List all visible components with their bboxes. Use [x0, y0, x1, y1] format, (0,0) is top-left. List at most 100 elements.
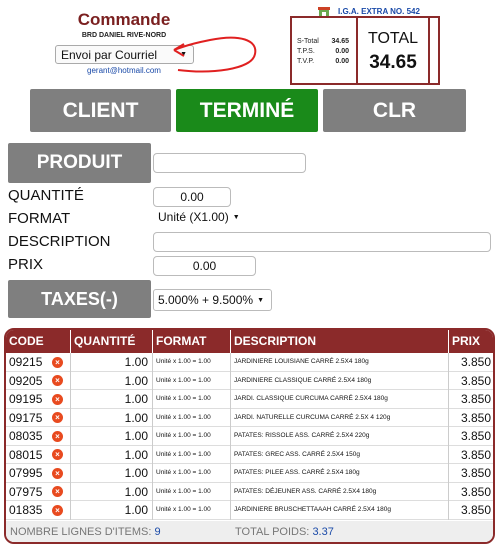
item-format: Unité x 1.00 = 1.00 [153, 482, 231, 501]
subtotal-row: S-Total 34.65 [297, 38, 349, 45]
order-summary: S-Total 34.65 T.P.S. 0.00 T.V.P. 0.00 TO… [290, 16, 440, 85]
item-price: 3.850 [460, 466, 491, 480]
clear-button[interactable]: CLR [323, 89, 466, 132]
tps-row: T.P.S. 0.00 [297, 48, 349, 55]
header-code: CODE [6, 330, 71, 353]
format-value: Unité (X1.00) [158, 210, 229, 224]
delete-icon[interactable]: × [52, 356, 63, 368]
item-description: JARDINIERE CLASSIQUE CARRÉ 2.5X4 180g [231, 371, 449, 390]
total-value: 34.65 [369, 52, 417, 73]
table-row[interactable]: 07975 × 1.00 Unité x 1.00 = 1.00 PATATES: DÉ… [6, 482, 493, 501]
item-price: 3.850 [460, 503, 491, 517]
item-format: Unité x 1.00 = 1.00 [153, 353, 231, 372]
summary-divider [428, 18, 430, 83]
done-button[interactable]: TERMINÉ [176, 89, 318, 132]
item-quantity: 1.00 [71, 464, 153, 483]
red-arrow-annotation [173, 36, 257, 73]
taxes-select[interactable]: 5.000% + 9.500% ▼ [153, 289, 272, 311]
tps-label: T.P.S. [297, 48, 315, 55]
item-format: Unité x 1.00 = 1.00 [153, 408, 231, 427]
tvp-row: T.V.P. 0.00 [297, 58, 349, 65]
table-row[interactable]: 09215 × 1.00 Unité x 1.00 = 1.00 JARDINIERE … [6, 353, 493, 372]
store-name: I.G.A. EXTRA NO. 542 [338, 7, 420, 16]
header-description: DESCRIPTION [231, 330, 449, 353]
header-quantity: QUANTITÉ [71, 330, 153, 353]
item-quantity: 1.00 [71, 353, 153, 372]
table-row[interactable]: 09205 × 1.00 Unité x 1.00 = 1.00 JARDINIERE … [6, 371, 493, 390]
subtotal-label: S-Total [297, 38, 319, 45]
delete-icon[interactable]: × [52, 449, 63, 460]
table-footer: NOMBRE LIGNES D'ITEMS: 9 TOTAL POIDS: 3.… [6, 520, 493, 543]
tvp-value: 0.00 [335, 58, 349, 65]
table-row[interactable]: 09175 × 1.00 Unité x 1.00 = 1.00 JARDI. NATU… [6, 408, 493, 427]
items-table: CODE QUANTITÉ FORMAT DESCRIPTION PRIX 09… [4, 328, 495, 544]
delete-icon[interactable]: × [52, 467, 63, 479]
item-quantity: 1.00 [71, 427, 153, 446]
item-price: 3.850 [460, 410, 491, 425]
line-count-value: 9 [154, 525, 161, 538]
store-icon [318, 7, 330, 16]
item-description: PATATES: PILEE ASS. CARRÉ 2.5X4 180g [231, 464, 449, 483]
item-description: PATATES: DÉJEUNER ASS. CARRÉ 2.5X4 180g [231, 482, 449, 501]
table-row[interactable]: 07995 × 1.00 Unité x 1.00 = 1.00 PATATES: PI… [6, 464, 493, 483]
description-label: DESCRIPTION [8, 233, 111, 250]
header-price: PRIX [452, 334, 481, 348]
item-description: JARDI. NATURELLE CURCUMA CARRÉ 2.5X 4 12… [231, 408, 449, 427]
table-row[interactable]: 01835 × 1.00 Unité x 1.00 = 1.00 JARDINIERE … [6, 501, 493, 520]
format-label: FORMAT [8, 210, 71, 227]
total-weight: TOTAL POIDS: 3.37 [235, 521, 334, 543]
table-row[interactable]: 09195 × 1.00 Unité x 1.00 = 1.00 JARDI. CLAS… [6, 390, 493, 409]
line-count-label: NOMBRE LIGNES D'ITEMS: [10, 525, 152, 538]
item-price: 3.850 [460, 484, 491, 499]
chevron-down-icon: ▼ [257, 297, 265, 305]
item-quantity: 1.00 [71, 371, 153, 390]
send-method-value: Envoi par Courriel [61, 48, 158, 62]
delete-icon[interactable]: × [52, 393, 63, 405]
item-quantity: 1.00 [71, 390, 153, 409]
quantity-label: QUANTITÉ [8, 187, 84, 204]
price-label: PRIX [8, 256, 44, 273]
total-weight-label: TOTAL POIDS: [235, 525, 310, 538]
delete-icon[interactable]: × [52, 486, 63, 497]
taxes-button[interactable]: TAXES(-) [8, 280, 151, 318]
order-title: Commande [77, 10, 171, 29]
total-weight-value: 3.37 [312, 525, 334, 538]
item-price: 3.850 [460, 373, 491, 388]
item-price: 3.850 [460, 447, 491, 462]
delete-icon[interactable]: × [52, 375, 63, 386]
table-row[interactable]: 08015 × 1.00 Unité x 1.00 = 1.00 PATATES: GR… [6, 445, 493, 464]
item-quantity: 1.00 [71, 445, 153, 464]
item-price: 3.850 [460, 392, 491, 406]
item-price: 3.850 [460, 429, 491, 443]
item-quantity: 1.00 [71, 408, 153, 427]
item-quantity: 1.00 [71, 482, 153, 501]
item-description: PATATES: RISSOLE ASS. CARRÉ 2.5X4 220g [231, 427, 449, 446]
item-description: JARDINIERE BRUSCHETTAAAH CARRÉ 2.5X4 180… [231, 501, 449, 520]
subtotal-value: 34.65 [331, 38, 349, 45]
item-format: Unité x 1.00 = 1.00 [153, 464, 231, 483]
item-format: Unité x 1.00 = 1.00 [153, 501, 231, 520]
delete-icon[interactable]: × [52, 412, 63, 423]
item-format: Unité x 1.00 = 1.00 [153, 445, 231, 464]
tps-value: 0.00 [335, 48, 349, 55]
total-label: TOTAL [367, 30, 419, 47]
delete-icon[interactable]: × [52, 430, 63, 442]
price-input[interactable]: 0.00 [153, 256, 256, 276]
item-format: Unité x 1.00 = 1.00 [153, 390, 231, 409]
format-select[interactable]: Unité (X1.00) ▼ [158, 210, 240, 224]
client-button[interactable]: CLIENT [30, 89, 171, 132]
product-button[interactable]: PRODUIT [8, 143, 151, 183]
delete-icon[interactable]: × [52, 504, 63, 516]
item-price: 3.850 [460, 355, 491, 369]
item-description: PATATES: GREC ASS. CARRÉ 2.5X4 150g [231, 445, 449, 464]
product-input[interactable] [153, 153, 306, 173]
quantity-input[interactable]: 0.00 [153, 187, 231, 207]
chevron-down-icon: ▼ [232, 214, 240, 222]
description-input[interactable] [153, 232, 491, 252]
item-description: JARDI. CLASSIQUE CURCUMA CARRÉ 2.5X4 180… [231, 390, 449, 409]
line-count: NOMBRE LIGNES D'ITEMS: 9 [10, 521, 161, 543]
header-format: FORMAT [153, 330, 231, 353]
table-row[interactable]: 08035 × 1.00 Unité x 1.00 = 1.00 PATATES: RI… [6, 427, 493, 446]
item-format: Unité x 1.00 = 1.00 [153, 371, 231, 390]
item-quantity: 1.00 [71, 501, 153, 520]
